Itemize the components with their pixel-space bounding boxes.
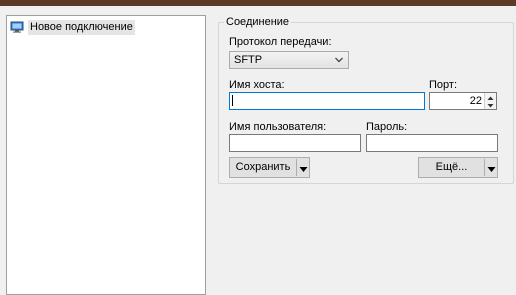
spin-down-icon[interactable] — [485, 101, 496, 109]
save-button-label: Сохранить — [235, 161, 291, 173]
port-value: 22 — [469, 95, 482, 107]
dropdown-arrow-icon[interactable] — [299, 164, 308, 172]
text-caret — [232, 95, 233, 106]
save-button-divider — [296, 159, 297, 176]
connection-group-title: Соединение — [224, 16, 292, 29]
more-button-label: Ещё... — [435, 161, 468, 173]
protocol-select-value: SFTP — [234, 53, 263, 66]
username-label: Имя пользователя: — [229, 121, 327, 133]
save-button[interactable]: Сохранить — [229, 157, 310, 178]
port-spin-buttons — [484, 93, 496, 109]
password-input[interactable] — [366, 134, 498, 152]
site-tree[interactable]: Новое подключение — [6, 15, 206, 295]
spin-up-icon[interactable] — [485, 93, 496, 101]
chevron-down-icon — [334, 55, 344, 65]
more-button-divider — [484, 159, 485, 176]
host-input[interactable] — [229, 92, 425, 110]
more-button[interactable]: Ещё... — [418, 157, 498, 178]
protocol-label: Протокол передачи: — [229, 36, 332, 48]
protocol-select[interactable]: SFTP — [229, 51, 349, 69]
tree-item-label: Новое подключение — [28, 19, 135, 35]
dropdown-arrow-icon[interactable] — [487, 164, 496, 172]
port-spinbox[interactable]: 22 — [429, 92, 497, 110]
window-titlebar-strip — [0, 0, 516, 6]
port-label: Порт: — [429, 79, 457, 91]
tree-item-new-connection[interactable]: Новое подключение — [10, 19, 135, 35]
computer-icon — [10, 21, 24, 33]
host-label: Имя хоста: — [229, 79, 285, 91]
password-label: Пароль: — [366, 121, 408, 133]
username-input[interactable] — [229, 134, 361, 152]
